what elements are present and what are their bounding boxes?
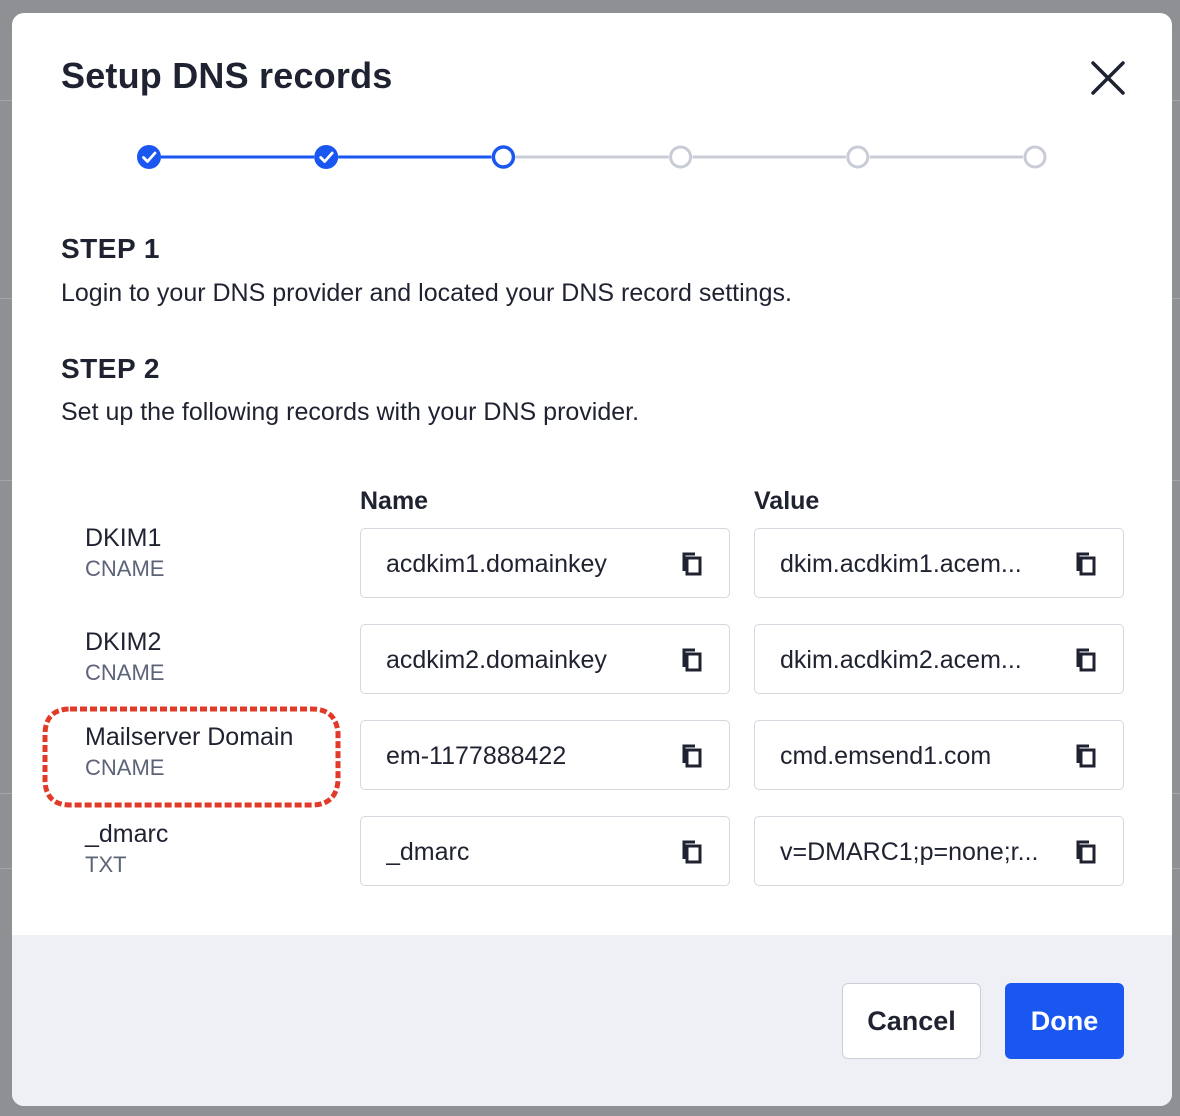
record-name: DKIM1 [85, 524, 162, 552]
name-column-header: Name [360, 487, 429, 515]
stepper-step-1 [137, 145, 161, 169]
value-field-dkim1[interactable]: dkim.acdkim1.acem... [754, 528, 1124, 598]
record-label-dmarc: _dmarc TXT [85, 819, 168, 879]
field-value: _dmarc [386, 838, 470, 866]
record-type: CNAME [85, 660, 165, 685]
record-type: CNAME [85, 556, 165, 581]
done-button[interactable]: Done [1005, 983, 1124, 1059]
name-field-dkim1[interactable]: acdkim1.domainkey [360, 528, 730, 598]
value-field-mailserver-domain[interactable]: cmd.emsend1.com [754, 720, 1124, 790]
step1-heading: STEP 1 [61, 233, 160, 264]
field-value: dkim.acdkim2.acem... [780, 646, 1022, 674]
value-field-dkim2[interactable]: dkim.acdkim2.acem... [754, 624, 1124, 694]
step2-heading: STEP 2 [61, 353, 160, 384]
copy-icon[interactable] [681, 839, 703, 865]
modal-footer: Cancel Done [12, 935, 1172, 1106]
name-field-mailserver-domain[interactable]: em-1177888422 [360, 720, 730, 790]
field-value: v=DMARC1;p=none;r... [780, 838, 1039, 866]
record-name: _dmarc [85, 820, 169, 848]
record-type: TXT [85, 852, 127, 877]
copy-icon[interactable] [1075, 647, 1097, 673]
name-field-dmarc[interactable]: _dmarc [360, 816, 730, 886]
copy-icon[interactable] [681, 647, 703, 673]
stepper-step-2 [314, 145, 339, 169]
record-label-dkim1: DKIM1 CNAME [85, 523, 164, 583]
stepper-step-4 [669, 145, 693, 169]
stepper-graphic [137, 145, 1047, 169]
field-value: dkim.acdkim1.acem... [780, 550, 1022, 578]
field-value: em-1177888422 [386, 742, 567, 770]
record-type: CNAME [85, 755, 165, 780]
copy-icon[interactable] [1075, 551, 1097, 577]
stepper-step-5 [846, 145, 870, 169]
step1-text: Login to your DNS provider and located y… [61, 279, 792, 307]
field-value: acdkim1.domainkey [386, 550, 607, 578]
value-field-dmarc[interactable]: v=DMARC1;p=none;r... [754, 816, 1124, 886]
copy-icon[interactable] [681, 743, 703, 769]
stepper-step-6 [1023, 145, 1047, 169]
record-label-mailserver-domain: Mailserver Domain CNAME [85, 722, 293, 782]
progress-stepper [12, 13, 1172, 213]
dns-setup-modal: Setup DNS records STEP 1 Login to your D… [12, 13, 1172, 1106]
step2-text: Set up the following records with your D… [61, 398, 640, 426]
name-field-dkim2[interactable]: acdkim2.domainkey [360, 624, 730, 694]
copy-icon[interactable] [1075, 839, 1097, 865]
field-value: acdkim2.domainkey [386, 646, 607, 674]
cancel-button[interactable]: Cancel [842, 983, 981, 1059]
stepper-step-3 [491, 145, 516, 169]
record-name: DKIM2 [85, 628, 162, 656]
value-column-header: Value [754, 487, 820, 515]
copy-icon[interactable] [1075, 743, 1097, 769]
record-label-dkim2: DKIM2 CNAME [85, 627, 164, 687]
record-name: Mailserver Domain [85, 723, 294, 751]
field-value: cmd.emsend1.com [780, 742, 992, 770]
copy-icon[interactable] [681, 551, 703, 577]
